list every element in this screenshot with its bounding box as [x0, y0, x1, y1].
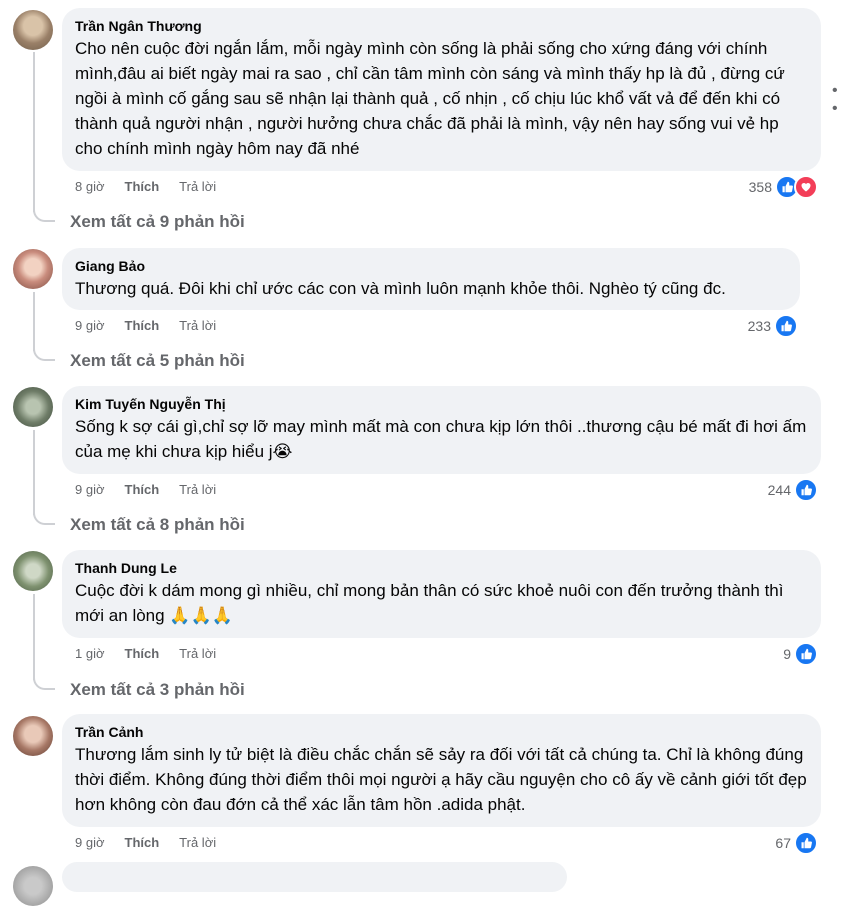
comment-author[interactable]: Giang Bảo [75, 257, 787, 275]
comment-text: Sống k sợ cái gì,chỉ sợ lỡ may mình mất … [75, 417, 807, 461]
avatar[interactable] [13, 551, 53, 591]
like-reaction-icon [794, 478, 818, 502]
comment-text: Thương lắm sinh ly tử biệt là điều chắc … [75, 745, 807, 814]
reaction-count: 233 [747, 318, 771, 334]
like-button[interactable]: Thích [125, 318, 160, 334]
thread-line [33, 430, 35, 515]
comment-bubble: Giang Bảo Thương quá. Đôi khi chỉ ước cá… [62, 248, 800, 310]
comment-author[interactable]: Thanh Dung Le [75, 559, 808, 577]
reaction-summary[interactable]: 67 [775, 831, 818, 855]
avatar[interactable] [13, 387, 53, 427]
comment-actions: 9 giờ Thích Trả lời [75, 318, 236, 334]
comment-time[interactable]: 8 giờ [75, 179, 105, 195]
comment-time[interactable]: 1 giờ [75, 646, 105, 662]
reply-button[interactable]: Trả lời [179, 179, 216, 195]
like-reaction-icon [774, 314, 798, 338]
like-button[interactable]: Thích [125, 179, 160, 195]
thread-curve [33, 511, 55, 525]
comment-time[interactable]: 9 giờ [75, 318, 105, 334]
comment-author[interactable]: Trần Ngân Thương [75, 17, 808, 35]
avatar[interactable] [13, 716, 53, 756]
reply-button[interactable]: Trả lời [179, 318, 216, 334]
like-button[interactable]: Thích [125, 646, 160, 662]
thread-line [33, 292, 35, 351]
avatar[interactable] [13, 866, 53, 906]
thread-curve [33, 208, 55, 222]
avatar[interactable] [13, 249, 53, 289]
reply-button[interactable]: Trả lời [179, 482, 216, 498]
comment-actions: 1 giờ Thích Trả lời [75, 646, 236, 662]
comment-actions: 8 giờ Thích Trả lời [75, 179, 236, 195]
reply-button[interactable]: Trả lời [179, 646, 216, 662]
thread-curve [33, 676, 55, 690]
avatar[interactable] [13, 10, 53, 50]
comment-actions: 9 giờ Thích Trả lời [75, 835, 236, 851]
comment-bubble [62, 862, 567, 892]
like-button[interactable]: Thích [125, 482, 160, 498]
like-reaction-icon [794, 831, 818, 855]
love-reaction-icon [794, 175, 818, 199]
reaction-count: 9 [783, 646, 791, 662]
view-replies-link[interactable]: Xem tất cả 9 phản hồi [70, 211, 245, 233]
reaction-count: 358 [748, 179, 772, 195]
like-button[interactable]: Thích [125, 835, 160, 851]
comment-bubble: Trần Ngân Thương Cho nên cuộc đời ngắn l… [62, 8, 821, 171]
reaction-count: 244 [767, 482, 791, 498]
comment-bubble: Trần Cảnh Thương lắm sinh ly tử biệt là … [62, 714, 821, 827]
comment-time[interactable]: 9 giờ [75, 482, 105, 498]
reply-button[interactable]: Trả lời [179, 835, 216, 851]
reaction-summary[interactable]: 9 [783, 642, 818, 666]
comment-time[interactable]: 9 giờ [75, 835, 105, 851]
thread-line [33, 594, 35, 680]
reaction-count: 67 [775, 835, 791, 851]
comment-text: Thương quá. Đôi khi chỉ ước các con và m… [75, 279, 726, 298]
comment-bubble: Thanh Dung Le Cuộc đời k dám mong gì nhi… [62, 550, 821, 638]
more-horizontal-icon[interactable]: • • [832, 82, 846, 118]
thread-curve [33, 347, 55, 361]
reaction-summary[interactable]: 233 [748, 314, 798, 338]
reaction-summary[interactable]: 244 [768, 478, 818, 502]
comment-author[interactable]: Kim Tuyến Nguyễn Thị [75, 395, 808, 413]
view-replies-link[interactable]: Xem tất cả 8 phản hồi [70, 514, 245, 536]
like-reaction-icon [794, 642, 818, 666]
comment-author[interactable]: Trần Cảnh [75, 723, 808, 741]
comment-text: Cuộc đời k dám mong gì nhiều, chỉ mong b… [75, 581, 784, 625]
view-replies-link[interactable]: Xem tất cả 3 phản hồi [70, 679, 245, 701]
thread-line [33, 52, 35, 212]
comment-actions: 9 giờ Thích Trả lời [75, 482, 236, 498]
comment-bubble: Kim Tuyến Nguyễn Thị Sống k sợ cái gì,ch… [62, 386, 821, 474]
comment-text: Cho nên cuộc đời ngắn lắm, mỗi ngày mình… [75, 39, 785, 158]
reaction-summary[interactable]: 358 [749, 175, 818, 199]
view-replies-link[interactable]: Xem tất cả 5 phản hồi [70, 350, 245, 372]
